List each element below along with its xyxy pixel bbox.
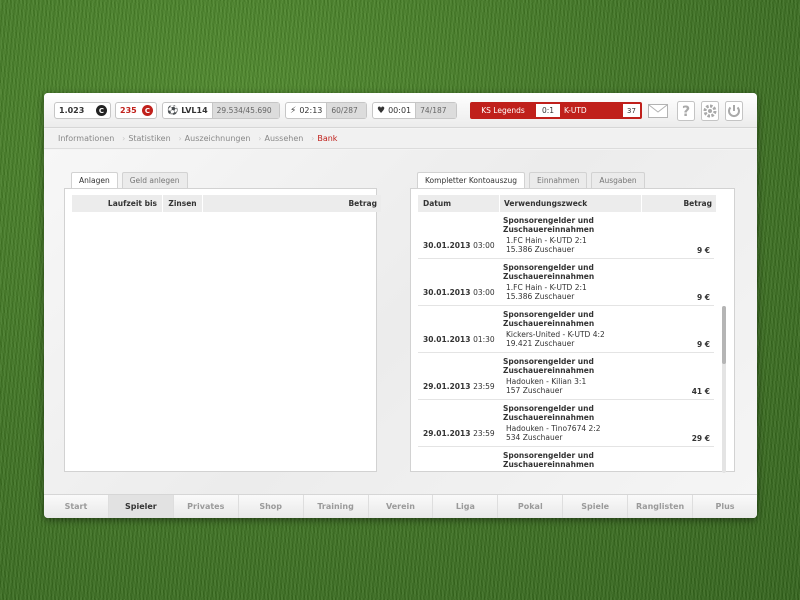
row-date: 29.01.2013 23:59 [423, 382, 495, 391]
row-title: Sponsorengelder und Zuschauereinnahmen [503, 451, 595, 469]
breadcrumb-informationen[interactable]: Informationen [58, 134, 128, 143]
investment-tabs: Anlagen Geld anlegen [71, 172, 192, 188]
match-score: 0:1 [536, 104, 560, 117]
breadcrumb-auszeichnungen[interactable]: Auszeichnungen [185, 134, 265, 143]
settings-gear-icon[interactable] [700, 100, 720, 121]
coins-value: 1.023 [59, 106, 85, 115]
statement-scrollbar[interactable] [722, 306, 726, 473]
row-detail: 1.FC Hain - K-UTD 2:1 15.386 Zuschauer [506, 283, 587, 301]
power-logout-icon[interactable] [724, 100, 744, 121]
nav-verein[interactable]: Verein [369, 495, 434, 518]
main-navigation: Start Spieler Privates Shop Training Ver… [44, 494, 757, 518]
health-timer: 00:01 [388, 106, 412, 115]
nav-training[interactable]: Training [304, 495, 369, 518]
row-title: Sponsorengelder und Zuschauereinnahmen [503, 357, 595, 375]
health-display[interactable]: ♥ 00:01 74/187 [372, 102, 457, 119]
statement-row[interactable]: 30.01.2013 01:30 Sponsorengelder und Zus… [418, 307, 714, 353]
live-match-ticker[interactable]: KS Legends 0:1 K-UTD 37 [470, 102, 642, 119]
nav-spieler[interactable]: Spieler [108, 495, 174, 518]
football-icon: ⚽ [167, 105, 179, 116]
row-title: Sponsorengelder und Zuschauereinnahmen [503, 404, 595, 422]
breadcrumb-statistiken[interactable]: Statistiken [128, 134, 184, 143]
tab-einnahmen[interactable]: Einnahmen [529, 172, 588, 188]
nav-shop[interactable]: Shop [239, 495, 304, 518]
nav-spiele[interactable]: Spiele [563, 495, 629, 518]
nav-pokal[interactable]: Pokal [498, 495, 564, 518]
mail-icon[interactable] [647, 100, 669, 121]
statement-table-header: Datum Verwendungszweck Betrag [418, 195, 716, 212]
coins-display[interactable]: 1.023 C [54, 102, 111, 119]
game-window: 1.023 C 235 C ⚽ LVL14 29.534/45.690 ⚡ 02… [44, 93, 757, 518]
row-title: Sponsorengelder und Zuschauereinnahmen [503, 263, 595, 281]
heart-icon: ♥ [377, 105, 386, 116]
row-detail: Kickers-United - K-UTD 4:2 19.421 Zuschau… [506, 330, 605, 348]
credits-display[interactable]: 235 C [115, 102, 157, 119]
row-date: 30.01.2013 01:30 [423, 335, 495, 344]
row-title: Sponsorengelder und Zuschauereinnahmen [503, 310, 595, 328]
bank-content: Anlagen Geld anlegen Laufzeit bis Zinsen… [44, 150, 757, 494]
energy-timer: 02:13 [299, 106, 323, 115]
col-verwendungszweck[interactable]: Verwendungszweck [500, 195, 642, 212]
svg-text:?: ? [682, 104, 690, 120]
investments-panel: Laufzeit bis Zinsen Betrag [64, 188, 381, 472]
investments-table-header: Laufzeit bis Zinsen Betrag [72, 195, 381, 212]
row-title: Sponsorengelder und Zuschauereinnahmen [503, 216, 595, 234]
coin-icon: C [96, 105, 107, 116]
match-away-team: K-UTD [564, 106, 587, 115]
row-detail: Hadouken - Tino7674 2:2 534 Zuschauer [506, 424, 601, 442]
nav-ranglisten[interactable]: Ranglisten [628, 495, 694, 518]
breadcrumb-bank[interactable]: Bank [317, 134, 351, 143]
row-amount: 9 € [696, 340, 710, 349]
row-detail: 1.FC Hain - K-UTD 2:1 15.386 Zuschauer [506, 236, 587, 254]
top-status-bar: 1.023 C 235 C ⚽ LVL14 29.534/45.690 ⚡ 02… [44, 93, 757, 128]
credits-value: 235 [120, 106, 137, 115]
match-home-team: KS Legends [481, 106, 525, 115]
tab-ausgaben[interactable]: Ausgaben [591, 172, 645, 188]
scrollbar-thumb[interactable] [722, 306, 726, 364]
col-datum[interactable]: Datum [418, 195, 500, 212]
credit-icon: C [142, 105, 153, 116]
level-display[interactable]: ⚽ LVL14 29.534/45.690 [162, 102, 280, 119]
breadcrumb: Informationen Statistiken Auszeichnungen… [44, 129, 757, 149]
row-date: 30.01.2013 03:00 [423, 241, 495, 250]
level-value: LVL14 [181, 106, 208, 115]
statement-tabs: Kompletter Kontoauszug Einnahmen Ausgabe… [417, 172, 649, 188]
xp-bar: 29.534/45.690 [211, 103, 279, 118]
col-betrag[interactable]: Betrag [203, 195, 381, 212]
statement-row[interactable]: 30.01.2013 03:00 Sponsorengelder und Zus… [418, 260, 714, 306]
statement-row[interactable]: Sponsorengelder und Zuschauereinnahmen [418, 448, 714, 471]
tab-anlagen[interactable]: Anlagen [71, 172, 118, 188]
col-zinsen[interactable]: Zinsen [163, 195, 203, 212]
health-bar: 74/187 [415, 103, 456, 118]
statement-row[interactable]: 29.01.2013 23:59 Sponsorengelder und Zus… [418, 401, 714, 447]
energy-bar: 60/287 [326, 103, 366, 118]
row-amount: 29 € [691, 434, 710, 443]
statement-panel: Datum Verwendungszweck Betrag 30.01.2013… [410, 188, 735, 472]
col-laufzeit-bis[interactable]: Laufzeit bis [72, 195, 163, 212]
match-minute: 37 [623, 104, 640, 117]
statement-row[interactable]: 30.01.2013 03:00 Sponsorengelder und Zus… [418, 213, 714, 259]
row-detail: Hadouken - Kilian 3:1 157 Zuschauer [506, 377, 587, 395]
row-amount: 9 € [696, 246, 710, 255]
nav-privates[interactable]: Privates [174, 495, 239, 518]
tab-geld-anlegen[interactable]: Geld anlegen [121, 172, 188, 188]
breadcrumb-aussehen[interactable]: Aussehen [264, 134, 317, 143]
energy-display[interactable]: ⚡ 02:13 60/287 [285, 102, 367, 119]
tab-kompletter-kontoauszug[interactable]: Kompletter Kontoauszug [417, 172, 525, 188]
statement-row[interactable]: 29.01.2013 23:59 Sponsorengelder und Zus… [418, 354, 714, 400]
row-date: 30.01.2013 03:00 [423, 288, 495, 297]
row-amount: 41 € [691, 387, 710, 396]
row-amount: 9 € [696, 293, 710, 302]
nav-plus[interactable]: Plus [693, 495, 757, 518]
row-date: 29.01.2013 23:59 [423, 429, 495, 438]
nav-liga[interactable]: Liga [433, 495, 499, 518]
lightning-icon: ⚡ [290, 105, 297, 116]
help-icon[interactable]: ? [676, 100, 696, 121]
col-betrag-statement[interactable]: Betrag [642, 195, 716, 212]
nav-start[interactable]: Start [44, 495, 109, 518]
